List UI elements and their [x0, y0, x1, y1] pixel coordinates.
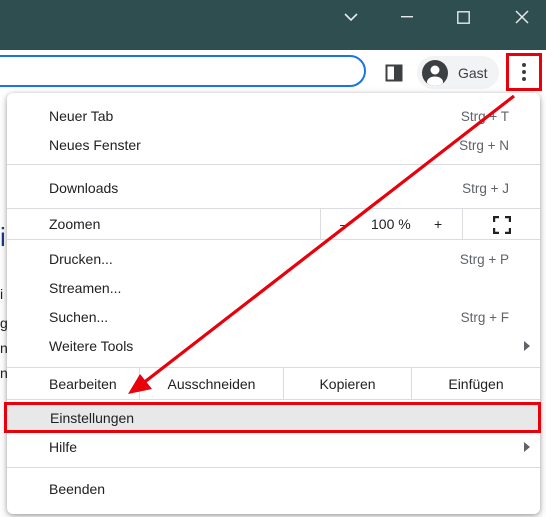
menu-item-shortcut: Strg + F: [460, 310, 509, 325]
menu-edit-row: Bearbeiten Ausschneiden Kopieren Einfüge…: [7, 368, 540, 399]
menu-item-label: Suchen...: [49, 309, 109, 325]
fullscreen-icon: [492, 215, 512, 235]
menu-item-exit[interactable]: Beenden: [7, 475, 540, 504]
menu-item-label: Hilfe: [49, 439, 78, 455]
zoom-level: 100 %: [371, 216, 411, 232]
menu-item-label: Streamen...: [49, 280, 122, 296]
close-icon: [515, 10, 529, 24]
zoom-out-button[interactable]: –: [340, 216, 348, 232]
avatar-icon: [422, 59, 448, 86]
menu-item-label: Beenden: [49, 481, 106, 497]
menu-item-downloads[interactable]: Downloads Strg + J: [7, 174, 540, 203]
paste-button[interactable]: Einfügen: [412, 368, 540, 399]
menu-item-shortcut: Strg + P: [459, 252, 509, 267]
cut-button[interactable]: Ausschneiden: [140, 368, 283, 399]
menu-item-label: Downloads: [49, 180, 119, 196]
menu-separator: [7, 164, 540, 165]
maximize-button[interactable]: [440, 0, 486, 34]
menu-item-shortcut: Strg + J: [462, 181, 509, 196]
menu-separator: [7, 467, 540, 468]
submenu-arrow-icon: [524, 341, 530, 351]
menu-separator: [7, 399, 540, 400]
fullscreen-button[interactable]: [492, 215, 512, 237]
customize-menu-button[interactable]: [506, 53, 542, 91]
title-bar: [0, 0, 546, 50]
menu-zoom-row: Zoomen – 100 % +: [7, 209, 540, 239]
maximize-icon: [456, 10, 470, 24]
kebab-dot: [522, 70, 526, 74]
minimize-icon: [401, 16, 413, 18]
menu-item-cast[interactable]: Streamen...: [7, 274, 540, 303]
submenu-arrow-icon: [524, 442, 530, 452]
menu-item-label: Einstellungen: [50, 410, 135, 426]
edit-label: Bearbeiten: [49, 376, 117, 392]
page-text-fragment: i: [0, 286, 4, 302]
zoom-in-button[interactable]: +: [434, 216, 442, 232]
menu-item-new-window[interactable]: Neues Fenster Strg + N: [7, 131, 540, 160]
menu-item-label: Neuer Tab: [49, 108, 114, 124]
copy-button[interactable]: Kopieren: [284, 368, 411, 399]
menu-item-find[interactable]: Suchen... Strg + F: [7, 303, 540, 332]
page-heading-fragment: i: [0, 222, 6, 252]
kebab-dot: [522, 63, 526, 67]
profile-label: Gast: [458, 64, 488, 81]
menu-item-print[interactable]: Drucken... Strg + P: [7, 245, 540, 274]
address-bar[interactable]: [0, 55, 366, 87]
menu-item-new-tab[interactable]: Neuer Tab Strg + T: [7, 102, 540, 131]
zoom-separator: [462, 209, 463, 239]
profile-button[interactable]: Gast: [417, 56, 499, 89]
menu-item-help[interactable]: Hilfe: [7, 433, 540, 462]
menu-item-label: Neues Fenster: [49, 137, 141, 153]
menu-item-label: Weitere Tools: [49, 338, 134, 354]
tab-search-chevron-icon[interactable]: [328, 0, 374, 34]
menu-separator: [7, 239, 540, 240]
menu-item-label: Drucken...: [49, 251, 113, 267]
zoom-label: Zoomen: [49, 216, 101, 232]
minimize-button[interactable]: [384, 0, 430, 34]
kebab-dot: [522, 77, 526, 81]
side-panel-icon: [385, 64, 403, 82]
menu-item-shortcut: Strg + N: [459, 138, 509, 153]
zoom-separator: [320, 209, 321, 239]
menu-item-more-tools[interactable]: Weitere Tools: [7, 332, 540, 361]
menu-item-shortcut: Strg + T: [460, 109, 509, 124]
menu-item-settings[interactable]: Einstellungen: [4, 402, 541, 433]
side-panel-button[interactable]: [381, 60, 407, 86]
chrome-main-menu: Neuer Tab Strg + T Neues Fenster Strg + …: [7, 93, 540, 514]
browser-toolbar: Gast: [0, 50, 546, 96]
close-button[interactable]: [499, 0, 545, 34]
